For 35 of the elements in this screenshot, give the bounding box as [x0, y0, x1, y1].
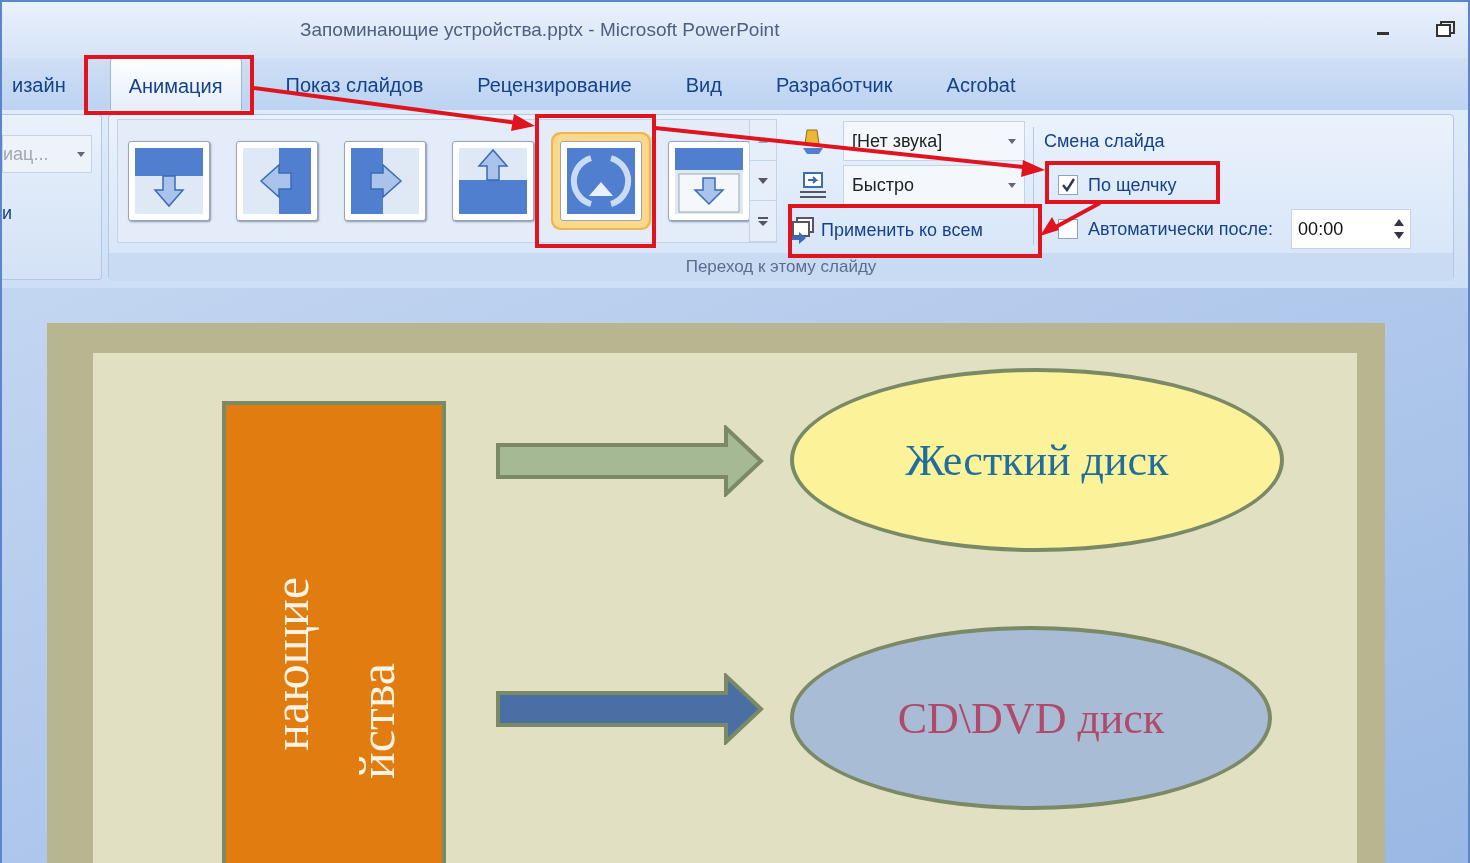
- transition-thumbnail[interactable]: [128, 141, 210, 221]
- ribbon-tab[interactable]: Рецензирование: [467, 65, 642, 110]
- scroll-up-button[interactable]: [750, 120, 776, 161]
- vertical-title: йства: [348, 663, 406, 779]
- speed-dropdown[interactable]: Быстро: [843, 165, 1025, 205]
- ellipse-label: Жесткий диск: [905, 434, 1169, 486]
- checkbox-label: Автоматически после:: [1088, 218, 1274, 240]
- checkbox-label: По щелчку: [1088, 174, 1177, 196]
- ellipse-label: CD\DVD диск: [897, 692, 1165, 744]
- more-button[interactable]: [750, 201, 776, 242]
- ribbon-tab[interactable]: Вид: [675, 65, 732, 110]
- down-arrow-icon: [758, 177, 768, 184]
- ribbon-tab[interactable]: Анимация: [109, 57, 242, 110]
- transition-thumbnail[interactable]: [236, 141, 318, 221]
- transition-thumbnail[interactable]: [344, 141, 426, 221]
- scroll-down-button[interactable]: [750, 160, 776, 202]
- caret-icon: [1008, 138, 1016, 144]
- vertical-title: нающие: [262, 577, 320, 751]
- transition-thumbnail[interactable]: [668, 141, 750, 221]
- section-title: Смена слайда: [1044, 129, 1166, 153]
- apply-to-all-button[interactable]: Применить ко всем: [783, 207, 1025, 253]
- more-icon: [758, 216, 768, 226]
- caret-icon: [77, 151, 85, 157]
- transition-thumbnail[interactable]: [452, 141, 534, 221]
- speed-icon[interactable]: [798, 170, 828, 200]
- caret-icon: [1008, 182, 1016, 188]
- ribbon-tab[interactable]: Разработчик: [765, 65, 903, 110]
- ribbon-tab[interactable]: изайн: [2, 65, 76, 110]
- ribbon-tab[interactable]: Показ слайдов: [275, 65, 434, 110]
- group-label: Переход к этому слайду: [109, 253, 1453, 281]
- group-label: и: [2, 203, 14, 224]
- time-spinner[interactable]: 00:00: [1291, 209, 1412, 249]
- ribbon-tab[interactable]: Acrobat: [936, 65, 1026, 110]
- window-title: Запоминающие устройства.pptx - Microsoft PowerPoint: [300, 19, 781, 41]
- checkbox[interactable]: [1058, 175, 1078, 195]
